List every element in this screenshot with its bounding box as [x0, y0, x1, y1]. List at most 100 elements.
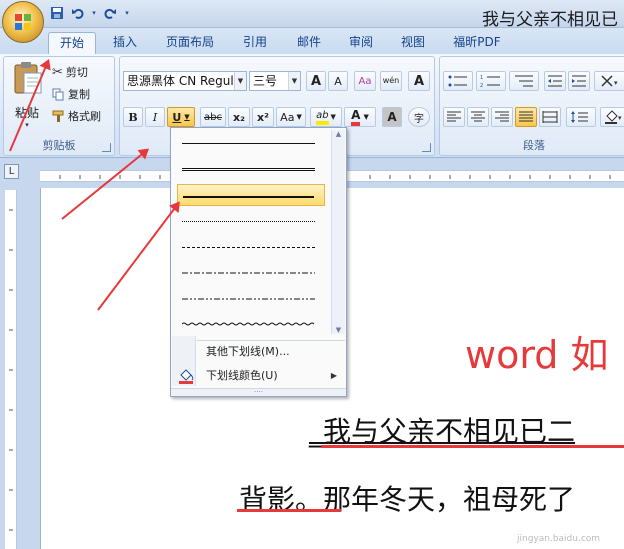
- font-launcher-icon[interactable]: [422, 143, 431, 152]
- document-line-2: 背影。那年冬天，祖母死了: [239, 483, 576, 516]
- more-underlines-item[interactable]: 其他下划线(M)...: [172, 340, 345, 364]
- font-color-button[interactable]: A ▼: [344, 107, 376, 127]
- numbering-button[interactable]: 12: [476, 71, 506, 91]
- clear-format-button[interactable]: Aa: [354, 71, 376, 91]
- tab-insert[interactable]: 插入: [104, 32, 146, 54]
- distributed-button[interactable]: [539, 107, 561, 127]
- menu-resize-grip[interactable]: ····: [171, 388, 346, 396]
- tab-review[interactable]: 审阅: [340, 32, 382, 54]
- line-spacing-button[interactable]: [566, 107, 596, 127]
- undo-dropdown-icon[interactable]: ▾: [90, 4, 98, 22]
- justify-button[interactable]: [515, 107, 537, 127]
- chinese-layout-button[interactable]: ▾: [594, 71, 624, 91]
- menu-scrollbar[interactable]: ▲ ▼: [331, 130, 345, 334]
- enclose-characters-button[interactable]: 字: [408, 107, 430, 127]
- increase-indent-button[interactable]: [568, 71, 590, 91]
- align-center-button[interactable]: [467, 107, 489, 127]
- italic-button[interactable]: I: [145, 107, 165, 127]
- clipboard-launcher-icon[interactable]: [102, 143, 111, 152]
- character-shading-button[interactable]: A: [382, 107, 402, 127]
- underline-color-label: 下划线颜色(U): [206, 369, 278, 382]
- tab-foxit-pdf[interactable]: 福昕PDF: [444, 32, 510, 54]
- grow-font-button[interactable]: A: [306, 71, 326, 91]
- underline-style-single[interactable]: [177, 132, 325, 154]
- tab-references[interactable]: 引用: [234, 32, 276, 54]
- chevron-down-icon: ▼: [330, 113, 336, 121]
- office-button[interactable]: [2, 1, 44, 43]
- highlight-button[interactable]: ab ▼: [310, 107, 342, 127]
- tab-view[interactable]: 视图: [392, 32, 434, 54]
- character-border-button[interactable]: A: [408, 71, 430, 91]
- undo-icon[interactable]: [69, 4, 87, 22]
- underline-style-menu: ▲ ▼ 其他下划线(M)... 下划线颜色(U) ▶ ····: [170, 127, 347, 397]
- bold-button[interactable]: B: [123, 107, 143, 127]
- underline-style-dash-dot-dot[interactable]: [177, 288, 325, 310]
- tab-stop-selector[interactable]: L: [4, 164, 19, 179]
- save-icon[interactable]: [48, 4, 66, 22]
- cut-button[interactable]: ✂ 剪切: [52, 63, 88, 81]
- svg-text:2: 2: [480, 83, 483, 88]
- tab-home[interactable]: 开始: [48, 32, 96, 54]
- align-right-icon: [495, 111, 509, 122]
- vertical-ruler[interactable]: [5, 190, 17, 549]
- format-painter-button[interactable]: 格式刷: [52, 107, 101, 125]
- align-left-button[interactable]: [443, 107, 465, 127]
- paste-icon: [14, 62, 42, 94]
- strikethrough-button[interactable]: abc: [200, 107, 226, 127]
- decrease-indent-button[interactable]: [544, 71, 566, 91]
- multilevel-list-icon: [515, 75, 533, 87]
- tab-page-layout[interactable]: 页面布局: [158, 32, 222, 54]
- underline-style-dash-dot[interactable]: [177, 262, 325, 284]
- underline-style-dashed[interactable]: [177, 236, 325, 258]
- svg-text:▾: ▾: [614, 79, 618, 87]
- underline-style-dotted[interactable]: [177, 210, 325, 232]
- font-color-icon: A: [351, 108, 361, 126]
- copy-button[interactable]: 复制: [52, 85, 90, 103]
- office-logo-icon: [15, 14, 31, 30]
- chevron-down-icon: ▼: [363, 113, 369, 121]
- underline-dropdown-icon[interactable]: ▼: [184, 113, 189, 121]
- align-center-icon: [471, 111, 485, 122]
- phonetic-guide-button[interactable]: wén: [380, 71, 402, 91]
- shrink-font-button[interactable]: A: [328, 71, 348, 91]
- subscript-button[interactable]: x₂: [228, 107, 250, 127]
- chevron-down-icon: ▼: [296, 113, 302, 121]
- redo-icon[interactable]: [101, 4, 119, 22]
- chinese-layout-icon: ▾: [601, 75, 618, 87]
- paragraph-group: 12 ▾ ▾ 段落: [439, 56, 624, 156]
- underline-style-thick[interactable]: [177, 184, 325, 206]
- document-heading: word 如: [465, 333, 609, 377]
- submenu-arrow-icon: ▶: [330, 371, 337, 380]
- superscript-button[interactable]: x²: [252, 107, 274, 127]
- underline-style-wave[interactable]: [177, 314, 325, 334]
- paste-button[interactable]: 粘贴 ▾: [8, 61, 46, 133]
- tab-mailings[interactable]: 邮件: [288, 32, 330, 54]
- chevron-down-icon: ▼: [288, 72, 300, 90]
- numbering-icon: 12: [480, 75, 500, 88]
- align-right-button[interactable]: [491, 107, 513, 127]
- format-painter-label: 格式刷: [68, 110, 101, 123]
- document-line-1: _我与父亲不相见已二: [309, 415, 576, 448]
- bullets-button[interactable]: [443, 71, 473, 91]
- underline-button[interactable]: U ▼: [167, 107, 195, 127]
- paragraph-shading-button[interactable]: ▾: [600, 107, 624, 127]
- font-size-combo[interactable]: 三号 ▼: [249, 71, 301, 91]
- change-case-button[interactable]: Aa ▼: [276, 107, 306, 127]
- scroll-down-icon[interactable]: ▼: [332, 326, 345, 334]
- font-name-value: 思源黑体 CN Regul: [127, 74, 234, 88]
- underline-color-item[interactable]: 下划线颜色(U) ▶: [172, 364, 345, 388]
- decrease-indent-icon: [548, 75, 562, 87]
- multilevel-list-button[interactable]: [509, 71, 539, 91]
- paint-bucket-icon: [179, 369, 194, 384]
- window-title: 我与父亲不相见已: [482, 10, 618, 30]
- increase-indent-icon: [572, 75, 586, 87]
- red-underline-1: [321, 445, 624, 448]
- paintbrush-icon: [52, 110, 64, 122]
- align-left-icon: [447, 111, 461, 122]
- watermark: jingyan.baidu.com: [517, 534, 601, 544]
- svg-text:1: 1: [480, 75, 483, 81]
- customize-qat-icon[interactable]: ▾: [122, 4, 132, 22]
- underline-style-double[interactable]: [177, 158, 325, 180]
- font-name-combo[interactable]: 思源黑体 CN Regul ▼: [123, 71, 247, 91]
- scroll-up-icon[interactable]: ▲: [332, 130, 345, 138]
